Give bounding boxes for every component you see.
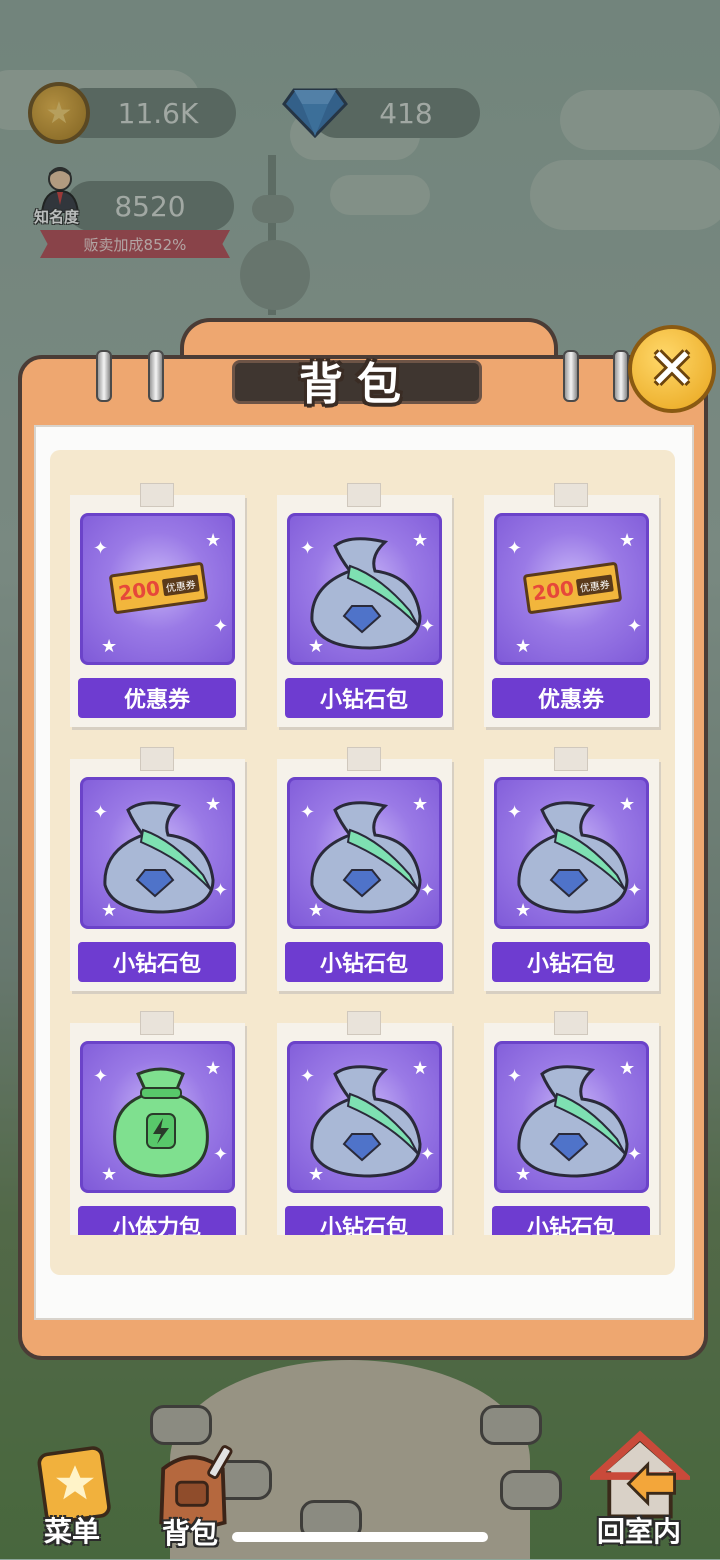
inventory-grid[interactable]: ✦ ★ ✦ ★ 200 优惠券 优惠券 ✦ ★ ✦ ★ 小钻石包 ✦ ★ ✦ ★… [50,450,675,1235]
inventory-item[interactable]: ✦ ★ ✦ ★ 200 优惠券 优惠券 [484,483,659,727]
diamond-bag-icon [310,537,422,650]
diamond-bag-icon [103,801,215,914]
item-tile: ✦ ★ ✦ ★ [494,1041,649,1193]
close-button[interactable]: ✕ [628,325,716,413]
close-icon: ✕ [648,336,696,402]
inventory-item[interactable]: ✦ ★ ✦ ★ 小钻石包 [277,747,452,991]
item-label: 小钻石包 [285,1206,443,1235]
inventory-item[interactable]: ✦ ★ ✦ ★ 小钻石包 [70,747,245,991]
item-label: 小钻石包 [492,1206,650,1235]
binder-ring [563,350,579,402]
menu-label: 菜单 [43,1515,100,1548]
item-tile: ✦ ★ ✦ ★ [494,777,649,929]
item-label: 小钻石包 [78,942,236,982]
home-indicator[interactable] [232,1532,488,1542]
item-label: 优惠券 [78,678,236,718]
backpack-nav-label: 背包 [161,1517,218,1550]
inventory-item[interactable]: ✦ ★ ✦ ★ 小钻石包 [484,1011,659,1235]
inventory-item[interactable]: ✦ ★ ✦ ★ 小钻石包 [277,483,452,727]
inventory-item[interactable]: ✦ ★ ✦ ★ 小体力包 [70,1011,245,1235]
item-tile: ✦ ★ ✦ ★ [80,777,235,929]
item-tile: ✦ ★ ✦ ★ 200 优惠券 [80,513,235,665]
diamond-bag-icon [517,801,629,914]
coupon-icon: 200 优惠券 [522,561,623,615]
inventory-item[interactable]: ✦ ★ ✦ ★ 小钻石包 [484,747,659,991]
item-label: 优惠券 [492,678,650,718]
binder-ring [148,350,164,402]
energy-bag-icon [113,1067,209,1178]
binder-ring [613,350,629,402]
go-home-label: 回室内 [596,1515,681,1548]
coupon-icon: 200 优惠券 [108,561,209,615]
diamond-bag-icon [310,1065,422,1178]
inventory-item[interactable]: ✦ ★ ✦ ★ 200 优惠券 优惠券 [70,483,245,727]
menu-button[interactable]: 菜单 [22,1440,122,1560]
binder-ring [96,350,112,402]
item-label: 小钻石包 [285,942,443,982]
inventory-item[interactable]: ✦ ★ ✦ ★ 小钻石包 [277,1011,452,1235]
diamond-bag-icon [310,801,422,914]
item-label: 小体力包 [78,1206,236,1235]
item-tile: ✦ ★ ✦ ★ [287,777,442,929]
item-label: 小钻石包 [492,942,650,982]
item-tile: ✦ ★ ✦ ★ 200 优惠券 [494,513,649,665]
item-tile: ✦ ★ ✦ ★ [287,1041,442,1193]
go-home-button[interactable]: 回室内 [590,1430,690,1550]
dialog-title: 背包 [299,359,415,410]
diamond-bag-icon [517,1065,629,1178]
item-label: 小钻石包 [285,678,443,718]
backpack-nav-button[interactable]: 背包 [140,1440,240,1560]
item-tile: ✦ ★ ✦ ★ [80,1041,235,1193]
item-tile: ✦ ★ ✦ ★ [287,513,442,665]
